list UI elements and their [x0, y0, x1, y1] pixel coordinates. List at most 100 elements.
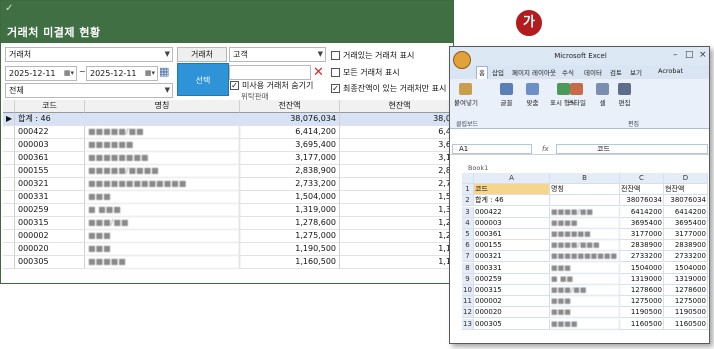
calendar-icon[interactable]: ▦	[159, 65, 169, 78]
ribbon-paste[interactable]: 붙여넣기	[454, 83, 478, 107]
sheet-cell[interactable]: ■■■■■■■■■■	[550, 251, 620, 263]
row-header[interactable]: 2	[462, 195, 474, 207]
close-icon[interactable]	[583, 11, 603, 33]
row-header[interactable]: 13	[462, 318, 474, 330]
ribbon-tab[interactable]: 검토	[610, 67, 622, 77]
ribbon-tab[interactable]: 데이터	[584, 67, 602, 77]
sheet-cell[interactable]: 38076034	[664, 195, 708, 207]
checkbox-box[interactable]: ✓	[331, 84, 340, 93]
sheet-cell[interactable]: 2838900	[620, 240, 664, 252]
show-final-balance-checkbox[interactable]: ✓ 최종잔액이 있는 거래처만 표시	[331, 83, 446, 94]
table-row[interactable]: 000361■■■■■■■■3,177,0003,17	[3, 152, 453, 165]
row-header[interactable]: 8	[462, 262, 474, 274]
sheet-cell[interactable]: 1319000	[664, 273, 708, 285]
sheet-cell[interactable]: 000422	[474, 206, 550, 218]
customer-code-input[interactable]	[229, 65, 311, 80]
sheet-cell[interactable]: 000002	[474, 296, 550, 308]
column-header[interactable]: A	[474, 173, 550, 184]
sheet-cell[interactable]: 000315	[474, 285, 550, 296]
show-with-trade-checkbox[interactable]: 거래있는 거래처 표시	[331, 50, 414, 61]
sheet-cell[interactable]: 명칭	[550, 184, 620, 196]
table-row[interactable]: 000331■■■1,504,0001,50	[3, 191, 453, 204]
date-to-picker[interactable]: 2025-12-11 ▦▾	[86, 66, 158, 81]
table-row[interactable]: 000321■■■■■■■■■■■■■2,733,2002,73	[3, 178, 453, 191]
sheet-cell[interactable]: 000020	[474, 307, 550, 319]
ribbon-style[interactable]: 스타일	[568, 83, 586, 107]
select-all-corner[interactable]	[462, 173, 474, 184]
column-header[interactable]: 명칭	[85, 100, 240, 113]
sheet-cell[interactable]: 1275000	[620, 296, 664, 308]
name-box[interactable]: A1	[452, 144, 532, 154]
sheet-cell[interactable]: 1275000	[664, 296, 708, 308]
sheet-cell[interactable]: 6414200	[664, 206, 708, 218]
row-header[interactable]: 10	[462, 285, 474, 296]
download-icon[interactable]	[551, 10, 573, 34]
office-button[interactable]	[453, 51, 471, 69]
sheet-cell[interactable]: 1278600	[620, 285, 664, 296]
row-header[interactable]: 11	[462, 296, 474, 308]
sheet-cell[interactable]: 000003	[474, 217, 550, 229]
sheet-cell[interactable]: 1190500	[664, 307, 708, 319]
table-row[interactable]: 000002■■■1,275,0001,27	[3, 230, 453, 243]
ribbon-cells[interactable]: 셀	[596, 83, 609, 107]
column-header[interactable]: C	[620, 173, 664, 184]
sheet-cell[interactable]: 1160500	[664, 318, 708, 330]
sheet-cell[interactable]: 000305	[474, 318, 550, 330]
sheet-cell[interactable]: 2733200	[620, 251, 664, 263]
row-header[interactable]: 6	[462, 240, 474, 252]
sheet-cell[interactable]: 1278600	[664, 285, 708, 296]
sheet-cell[interactable]: 2838900	[664, 240, 708, 252]
sheet-cell[interactable]: 38076034	[620, 195, 664, 207]
clear-icon[interactable]: ✕	[313, 65, 324, 80]
ribbon-tab[interactable]: 홈	[476, 66, 488, 79]
maximize-icon[interactable]: □	[685, 50, 694, 60]
sheet-cell[interactable]: 2733200	[664, 251, 708, 263]
checkbox-box[interactable]	[331, 51, 340, 60]
table-row[interactable]: 000155■■■■■/■■■■2,838,9002,83	[3, 165, 453, 178]
hide-unused-checkbox[interactable]: ✓ 미사용 거래처 숨기기	[230, 80, 313, 91]
sheet-cell[interactable]: 1319000	[620, 273, 664, 285]
show-all-checkbox[interactable]: 모든 거래처 표시	[331, 67, 400, 78]
table-row[interactable]: 000422■■■■■/■■6,414,2006,41	[3, 126, 453, 139]
ribbon-tab[interactable]: 수식	[562, 67, 574, 77]
close-icon[interactable]: ×	[699, 50, 707, 60]
sheet-cell[interactable]: ■■■■■■	[550, 229, 620, 240]
column-header[interactable]: 전잔액	[240, 100, 340, 113]
sheet-cell[interactable]: 000155	[474, 240, 550, 252]
sheet-cell[interactable]: 3177000	[620, 229, 664, 240]
sheet-cell[interactable]: ■■■■	[550, 318, 620, 330]
sheet-cell[interactable]: 000259	[474, 273, 550, 285]
sheet-cell[interactable]: ■■■■/■■■	[550, 240, 620, 252]
ribbon-tab[interactable]: 페이지 레이아웃	[512, 67, 556, 77]
formula-input[interactable]: 코드	[556, 144, 708, 154]
table-row[interactable]: 000259■ ■■■1,319,0001,31	[3, 204, 453, 217]
fx-icon[interactable]: fx	[542, 143, 549, 155]
row-header[interactable]: 9	[462, 273, 474, 285]
table-row[interactable]: 000003■■■■■■3,695,4003,69	[3, 139, 453, 152]
sheet-cell[interactable]: ■■■■/■■	[550, 206, 620, 218]
row-header[interactable]: 7	[462, 251, 474, 263]
sheet-cell[interactable]: 3695400	[620, 217, 664, 229]
select-button[interactable]: 선택	[177, 63, 229, 96]
checkbox-box[interactable]: ✓	[230, 81, 239, 90]
sheet-cell[interactable]: 000321	[474, 251, 550, 263]
sheet-cell[interactable]: 6414200	[620, 206, 664, 218]
sheet-cell[interactable]	[550, 195, 620, 207]
column-header[interactable]: 코드	[15, 100, 85, 113]
customer-search-select[interactable]: 고객 ▼	[229, 47, 326, 62]
ribbon-font[interactable]: 글꼴	[500, 83, 513, 107]
row-header[interactable]: 12	[462, 307, 474, 319]
date-from-picker[interactable]: 2025-12-11 ▦▾	[5, 66, 77, 81]
column-header[interactable]: 현잔액	[340, 100, 453, 113]
sheet-cell[interactable]: 000331	[474, 262, 550, 274]
row-header[interactable]: 5	[462, 229, 474, 240]
ribbon-tab[interactable]: Acrobat	[658, 67, 683, 75]
language-button[interactable]: 가	[514, 8, 544, 38]
sheet-cell[interactable]: 1190500	[620, 307, 664, 319]
sheet-cell[interactable]: ■■■	[550, 307, 620, 319]
sheet-cell[interactable]: 코드	[474, 184, 550, 196]
sheet-cell[interactable]: 전잔액	[620, 184, 664, 196]
sheet-cell[interactable]: ■■■	[550, 262, 620, 274]
ribbon-align[interactable]: 맞춤	[526, 83, 539, 107]
column-header[interactable]: D	[664, 173, 708, 184]
